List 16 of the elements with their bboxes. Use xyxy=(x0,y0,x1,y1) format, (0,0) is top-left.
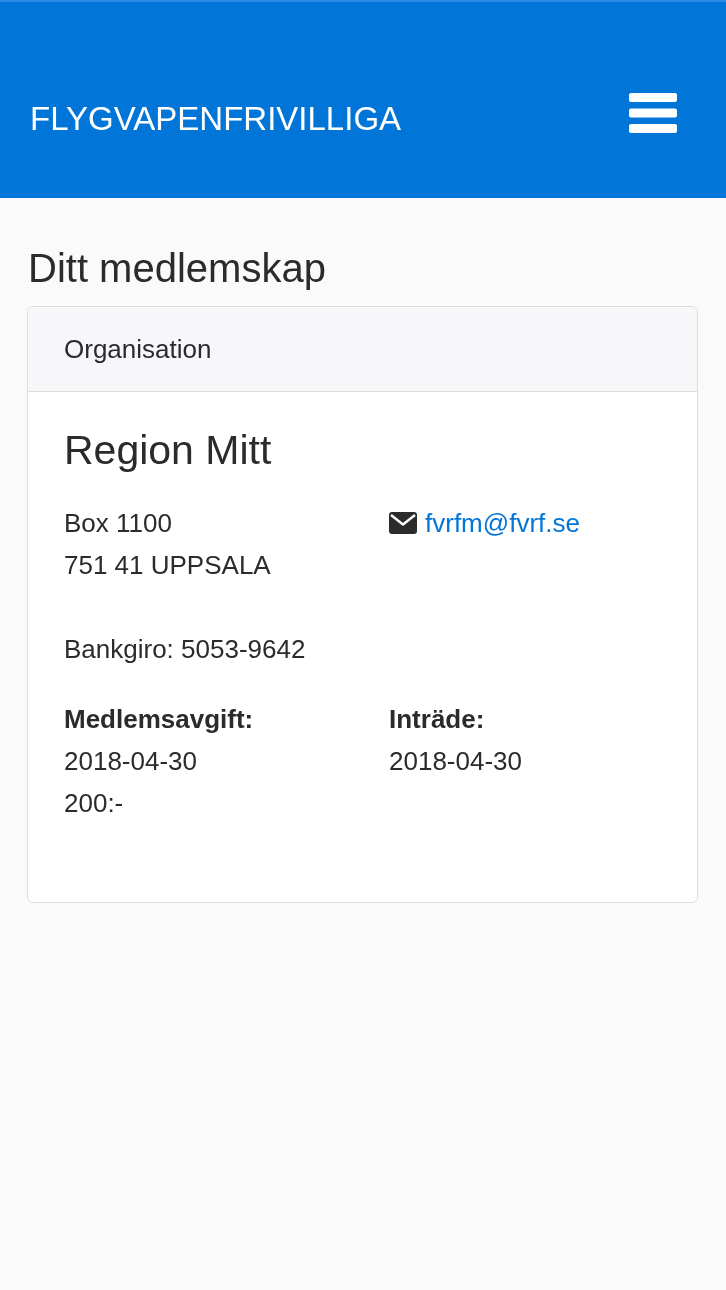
organisation-name: Region Mitt xyxy=(64,426,273,475)
envelope-icon xyxy=(389,512,417,534)
menu-button[interactable] xyxy=(629,93,677,133)
field-value: 2018-04-30 xyxy=(389,745,523,778)
address-line: 751 41 UPPSALA xyxy=(64,549,272,582)
address-line: Box 1100 xyxy=(64,507,173,540)
email-link[interactable]: fvrfm@fvrf.se xyxy=(425,502,580,544)
field-value: 200:- xyxy=(64,787,125,820)
field-label: Inträde: xyxy=(389,703,486,736)
card-header: Organisation xyxy=(28,307,697,392)
bankgiro-text: Bankgiro: 5053-9642 xyxy=(64,633,307,666)
site-title[interactable]: FLYGVAPENFRIVILLIGA xyxy=(30,97,402,141)
menu-icon xyxy=(629,93,677,133)
field-label: Medlemsavgift: xyxy=(64,703,255,736)
page-title: Ditt medlemskap xyxy=(28,245,327,292)
field-value: 2018-04-30 xyxy=(64,745,198,778)
